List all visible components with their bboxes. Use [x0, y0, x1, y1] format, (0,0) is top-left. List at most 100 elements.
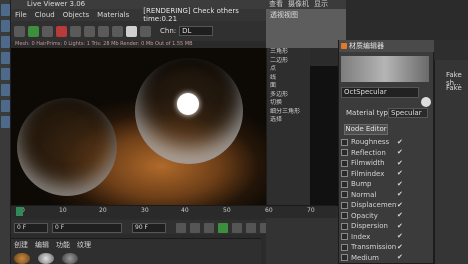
channel-label: Filmwidth [351, 159, 385, 168]
material-thumbnail[interactable] [38, 253, 54, 264]
viewport-menubar: 查看 摄像机 显示 [266, 0, 346, 9]
restart-icon[interactable] [42, 25, 53, 37]
menu-view[interactable]: 查看 [269, 0, 283, 9]
prop-item: 切换 [270, 99, 283, 106]
material-type-select[interactable]: Specular [388, 108, 428, 118]
check-icon[interactable]: ✔ [397, 180, 404, 188]
focus-icon[interactable] [140, 25, 151, 37]
material-name-field[interactable]: OctSpecular [341, 87, 419, 98]
check-icon[interactable]: ✔ [397, 222, 404, 230]
channel-row[interactable]: Transmission ✔ [341, 242, 433, 253]
channel-row[interactable]: Medium ✔ [341, 253, 433, 264]
timeline-tick: 10 [59, 207, 67, 214]
channel-row[interactable]: Filmwidth ✔ [341, 158, 433, 169]
channel-checkbox[interactable] [341, 212, 348, 220]
region-icon[interactable] [98, 25, 109, 37]
channel-row[interactable]: Normal ✔ [341, 190, 433, 201]
material-editor-title: 材质编辑器 [339, 40, 434, 52]
channel-row[interactable]: Filmindex ✔ [341, 169, 433, 180]
pick-icon[interactable] [126, 25, 137, 37]
cursor-arrow-icon [421, 97, 431, 107]
timeline-ruler[interactable]: 0 10 20 30 40 50 60 70 [11, 205, 336, 218]
prop-item: 二边形 [270, 56, 289, 64]
prop-item: 线 [270, 73, 277, 81]
channel-label: Roughness [351, 138, 390, 147]
right-panel-header [434, 40, 468, 60]
prop-item: 面 [270, 82, 277, 89]
channel-row[interactable]: Displacement ✔ [341, 200, 433, 211]
channel-checkbox[interactable] [341, 180, 348, 188]
channel-row[interactable]: Dispersion ✔ [341, 221, 433, 232]
tool-icon[interactable] [1, 52, 10, 64]
menu-edit[interactable]: 编辑 [35, 240, 49, 250]
render-viewport[interactable] [11, 48, 266, 205]
render-icon[interactable] [28, 25, 39, 37]
menu-function[interactable]: 功能 [56, 240, 70, 250]
viewport-preview[interactable] [310, 66, 340, 206]
menu-file[interactable]: File [15, 11, 27, 19]
channel-checkbox[interactable] [341, 159, 348, 167]
channel-checkbox[interactable] [341, 233, 348, 241]
tool-icon[interactable] [1, 68, 10, 80]
check-icon[interactable]: ✔ [397, 191, 404, 198]
channel-checkbox[interactable] [341, 138, 348, 146]
tool-icon[interactable] [1, 36, 10, 48]
play-icon[interactable] [218, 223, 228, 233]
channel-checkbox[interactable] [341, 170, 348, 178]
prev-frame-icon[interactable] [204, 223, 214, 233]
menu-camera[interactable]: 摄像机 [288, 0, 309, 9]
current-frame-field[interactable]: 0 F [52, 223, 122, 233]
playhead-marker[interactable] [16, 207, 23, 216]
channel-checkbox[interactable] [341, 149, 348, 157]
material-thumbnail[interactable] [62, 253, 78, 264]
tool-icon[interactable] [1, 116, 10, 128]
channel-checkbox[interactable] [341, 222, 348, 230]
timeline-tick: 50 [223, 207, 231, 214]
channel-checkbox[interactable] [341, 191, 348, 199]
check-icon[interactable]: ✔ [397, 254, 404, 261]
channel-checkbox[interactable] [341, 254, 348, 262]
channel-checkbox[interactable] [341, 243, 348, 251]
object-properties: 三角形 二边形 点 线 面 多边形 切换 细分三角形 选择 [266, 48, 310, 208]
check-icon[interactable]: ✔ [397, 149, 404, 156]
check-icon[interactable]: ✔ [397, 170, 404, 177]
node-editor-button[interactable]: Node Editor [344, 124, 388, 135]
check-icon[interactable]: ✔ [397, 201, 404, 209]
material-thumbnail[interactable] [14, 253, 30, 264]
channel-row[interactable]: Roughness ✔ [341, 137, 433, 148]
menu-cloud[interactable]: Cloud [35, 11, 55, 19]
menu-texture[interactable]: 纹理 [77, 240, 91, 250]
channel-label: Filmindex [351, 169, 385, 178]
channel-row[interactable]: Reflection ✔ [341, 148, 433, 159]
pause-icon[interactable] [70, 25, 81, 37]
channel-checkbox[interactable] [341, 201, 348, 209]
channel-label: Dispersion [351, 222, 388, 231]
tool-icon[interactable] [1, 4, 10, 16]
prev-key-icon[interactable] [190, 223, 200, 233]
next-key-icon[interactable] [246, 223, 256, 233]
check-icon[interactable]: ✔ [397, 138, 404, 146]
check-icon[interactable]: ✔ [397, 243, 404, 251]
menu-create[interactable]: 创建 [14, 240, 28, 250]
menu-materials[interactable]: Materials [97, 11, 129, 19]
channel-select[interactable]: DL [179, 26, 214, 36]
check-icon[interactable]: ✔ [397, 233, 404, 240]
settings-icon[interactable] [14, 25, 25, 37]
next-frame-icon[interactable] [232, 223, 242, 233]
end-frame-field[interactable]: 90 F [132, 223, 166, 233]
channel-row[interactable]: Opacity ✔ [341, 211, 433, 222]
start-frame-field[interactable]: 0 F [14, 223, 48, 233]
check-icon[interactable]: ✔ [397, 212, 404, 219]
tool-icon[interactable] [1, 100, 10, 112]
tool-icon[interactable] [1, 20, 10, 32]
camera-icon[interactable] [112, 25, 123, 37]
stop-icon[interactable] [56, 25, 67, 37]
menu-objects[interactable]: Objects [63, 11, 89, 19]
tool-icon[interactable] [1, 84, 10, 96]
channel-row[interactable]: Bump ✔ [341, 179, 433, 190]
channel-row[interactable]: Index ✔ [341, 232, 433, 243]
menu-display[interactable]: 显示 [314, 0, 328, 9]
lock-icon[interactable] [84, 25, 95, 37]
check-icon[interactable]: ✔ [397, 159, 404, 167]
first-frame-icon[interactable] [176, 223, 186, 233]
